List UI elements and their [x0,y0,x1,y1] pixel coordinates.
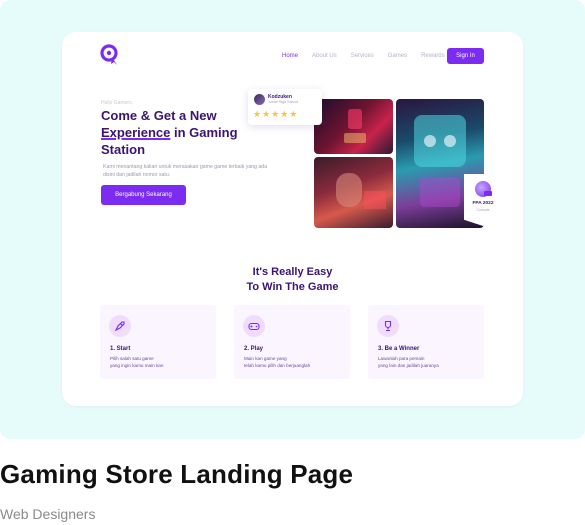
step-desc-line: Main kan game yang [244,356,287,361]
step-card-start: 1. Start Pilih salah satu game yang ingi… [100,305,216,379]
rocket-icon [109,315,131,337]
step-card-winner: 3. Be a Winner Lawanlah para pemain yang… [368,305,484,379]
join-now-button[interactable]: Bergabung Sekarang [101,185,186,205]
step-description: Pilih salah satu game yang ingin kamu ma… [110,356,200,369]
nav-item-home[interactable]: Home [282,53,298,59]
step-description: Main kan game yang telah kamu pilih dan … [244,356,334,369]
landing-page-mockup: Home About Us Services Games Rewards Sig… [62,32,523,406]
hero-subtitle: Kami menantang kalian untuk merasakan ga… [103,164,268,178]
rating-stars: ★★★★★ [253,109,299,119]
section-title-line2: To Win The Game [246,281,339,293]
hero-eyebrow: Hallo Gamers, [101,100,133,106]
shot-author[interactable]: Web Designers [0,506,95,522]
step-description: Lawanlah para pemain yang lain dan jadil… [378,356,468,369]
nav-item-rewards[interactable]: Rewards [421,53,445,59]
step-desc-line: yang ingin kamu main kan [110,362,164,368]
reviewer-card: Kodzuken Junior High School ★★★★★ [248,89,322,125]
award-subtitle: Console [476,208,490,212]
reviewer-school: Junior High School [268,100,299,104]
gaming-image-player-neon [314,157,393,228]
section-title-line1: It's Really Easy [252,266,333,278]
step-desc-line: telah kamu pilih dan berjuanglah [244,362,311,368]
shot-title[interactable]: Gaming Store Landing Page [0,459,353,490]
award-badge: FPA 2022 Console [464,174,502,226]
medal-icon [475,181,492,197]
step-title: 1. Start [110,346,131,352]
step-title: 3. Be a Winner [378,346,420,352]
hero-title-highlight: Experience [101,125,171,140]
section-title: It's Really Easy To Win The Game [62,265,523,295]
step-desc-line: Lawanlah para pemain [378,356,425,361]
nav-item-about[interactable]: About Us [312,53,337,59]
step-desc-line: yang lain dan jadilah juaranya [378,362,439,368]
sign-in-button[interactable]: Sign In [447,48,484,64]
main-nav: Home About Us Services Games Rewards [282,53,445,59]
step-desc-line: Pilih salah satu game [110,356,154,361]
hero-title-line: Come & Get a New [101,108,217,123]
award-title: FPA 2022 [472,201,494,206]
hero-title: Come & Get a New Experience in Gaming St… [101,107,271,158]
brand-logo-icon [100,44,118,65]
gamepad-icon [243,315,265,337]
avatar [254,94,265,105]
gaming-image-robot-red [314,99,393,154]
nav-item-games[interactable]: Games [388,53,407,59]
nav-item-services[interactable]: Services [351,53,374,59]
step-title: 2. Play [244,346,264,352]
trophy-icon [377,315,399,337]
step-card-play: 2. Play Main kan game yang telah kamu pi… [234,305,350,379]
preview-thumbnail[interactable]: Home About Us Services Games Rewards Sig… [0,0,585,439]
